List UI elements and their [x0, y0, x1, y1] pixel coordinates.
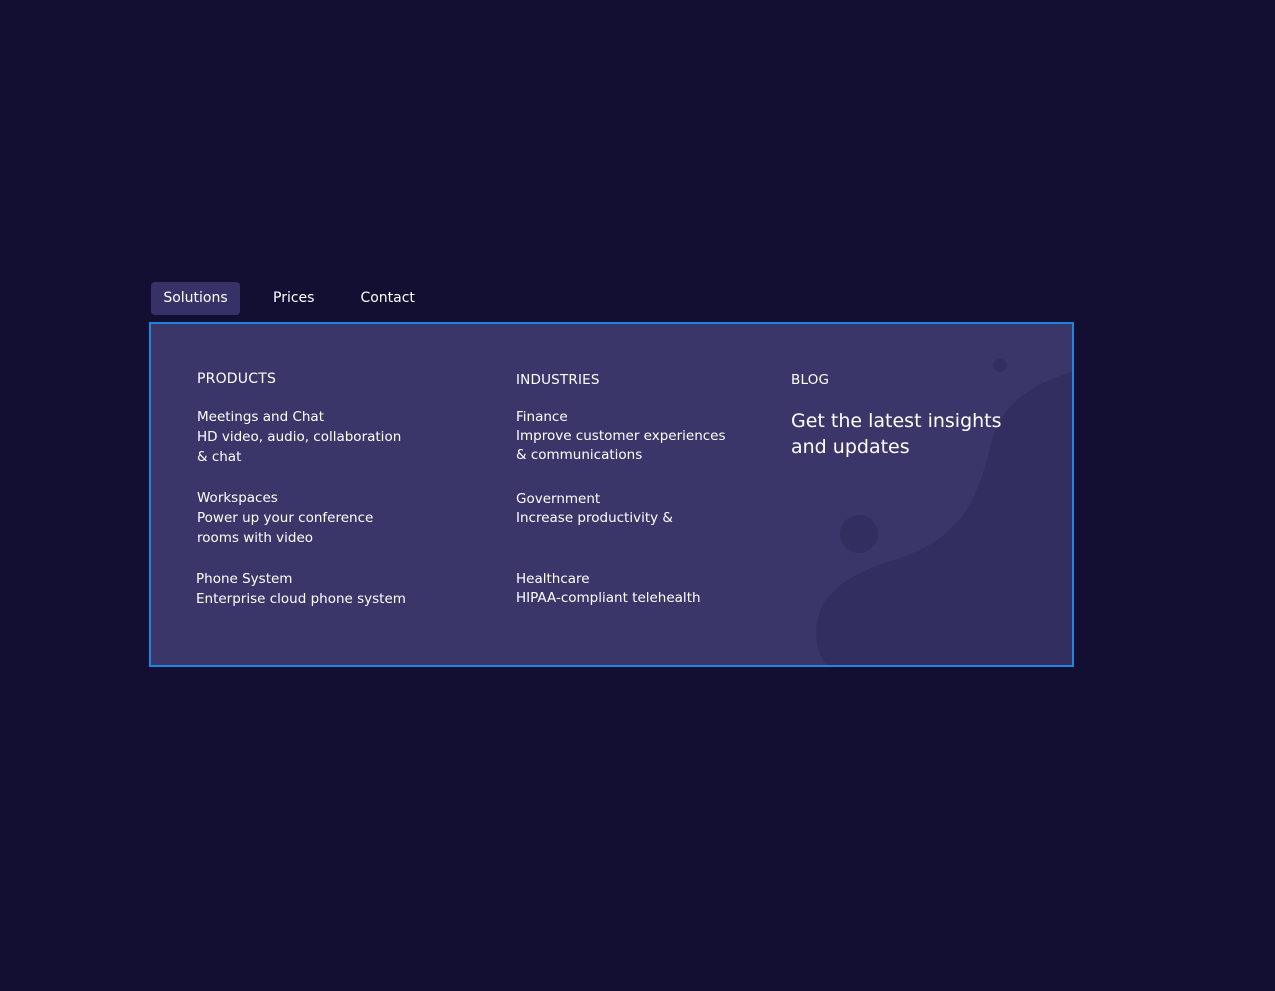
- product-title: Meetings and Chat: [197, 409, 324, 425]
- product-description: rooms with video: [197, 530, 314, 546]
- product-workspaces[interactable]: Workspaces Power up your conference room…: [197, 488, 373, 548]
- blog-headline-link[interactable]: Get the latest insights and updates: [791, 408, 1021, 460]
- nav-solutions[interactable]: Solutions: [151, 282, 240, 315]
- blog-headline-line: and updates: [791, 436, 910, 458]
- product-description: HD video, audio, collaboration: [197, 429, 402, 445]
- industry-healthcare[interactable]: Healthcare HIPAA-compliant telehealth: [516, 570, 701, 608]
- industries-heading: INDUSTRIES: [516, 372, 600, 388]
- industry-description: HIPAA-compliant telehealth: [516, 590, 701, 606]
- blog-headline-line: Get the latest insights: [791, 410, 1002, 432]
- nav-contact[interactable]: Contact: [360, 282, 414, 315]
- industry-government[interactable]: Government Increase productivity &: [516, 490, 673, 528]
- product-phone-system[interactable]: Phone System Enterprise cloud phone syst…: [196, 569, 406, 609]
- product-description: & chat: [197, 449, 242, 465]
- nav-prices[interactable]: Prices: [273, 282, 314, 315]
- industry-title: Government: [516, 491, 601, 507]
- product-title: Phone System: [196, 571, 293, 587]
- product-meetings-and-chat[interactable]: Meetings and Chat HD video, audio, colla…: [197, 407, 401, 467]
- solutions-mega-menu: PRODUCTS Meetings and Chat HD video, aud…: [149, 322, 1074, 667]
- product-description: Power up your conference: [197, 510, 374, 526]
- industry-description: Improve customer experiences: [516, 428, 726, 444]
- industry-title: Finance: [516, 409, 568, 425]
- industry-finance[interactable]: Finance Improve customer experiences & c…: [516, 408, 726, 465]
- product-description: Enterprise cloud phone system: [196, 591, 406, 607]
- industry-title: Healthcare: [516, 571, 590, 587]
- industry-description: & communications: [516, 447, 643, 463]
- product-title: Workspaces: [197, 490, 278, 506]
- industry-description: Increase productivity &: [516, 510, 673, 526]
- blog-heading: BLOG: [791, 372, 830, 388]
- products-heading: PRODUCTS: [197, 371, 277, 387]
- main-nav: Solutions Prices Contact: [151, 282, 415, 315]
